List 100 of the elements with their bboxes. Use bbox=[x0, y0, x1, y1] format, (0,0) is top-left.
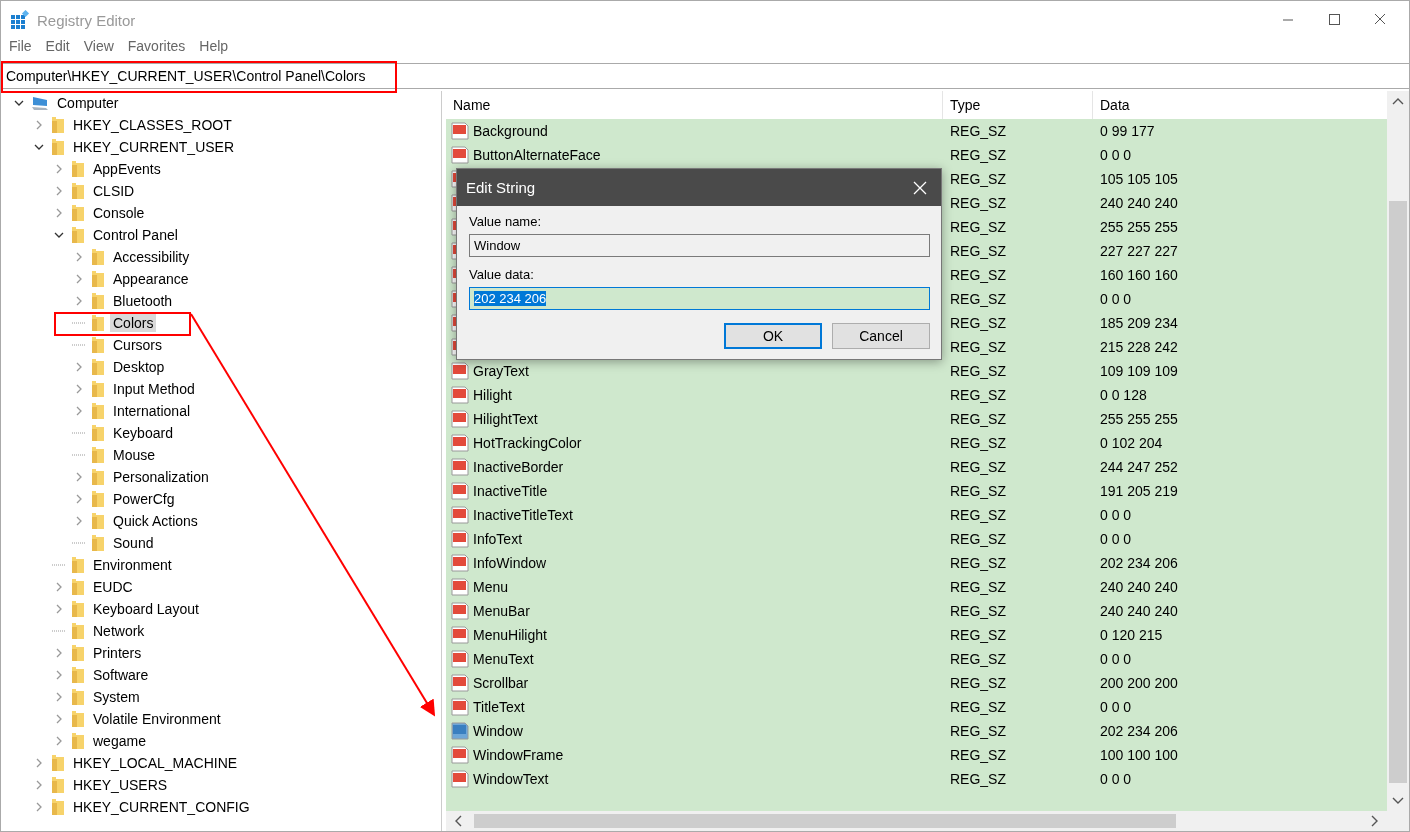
folder-icon bbox=[91, 314, 105, 332]
folder-icon bbox=[71, 182, 85, 200]
value-name: HilightText bbox=[473, 411, 538, 427]
table-cell-text: REG_SZ bbox=[949, 339, 1007, 355]
tree-item[interactable]: Desktop bbox=[110, 358, 168, 376]
tree-item[interactable]: Keyboard bbox=[110, 424, 176, 442]
value-name: MenuText bbox=[473, 651, 534, 667]
value-name: Background bbox=[473, 123, 548, 139]
folder-icon bbox=[71, 644, 85, 662]
tree-item[interactable]: Environment bbox=[90, 556, 175, 574]
table-cell-text: 0 0 0 bbox=[1099, 771, 1133, 787]
field-label: Value name: bbox=[469, 214, 543, 229]
table-cell-text: 160 160 160 bbox=[1099, 267, 1179, 283]
input-field[interactable]: 202 234 206 bbox=[469, 287, 930, 310]
table-cell-text: 0 0 128 bbox=[1099, 387, 1148, 403]
close-icon[interactable] bbox=[913, 180, 927, 195]
table-cell-text: REG_SZ bbox=[949, 363, 1007, 379]
table-cell-text: REG_SZ bbox=[949, 675, 1007, 691]
folder-icon bbox=[71, 600, 85, 618]
folder-icon bbox=[91, 248, 105, 266]
folder-icon bbox=[91, 468, 105, 486]
folder-icon bbox=[91, 380, 105, 398]
ok-button[interactable]: OK bbox=[724, 323, 822, 349]
tree-item[interactable]: wegame bbox=[90, 732, 149, 750]
dotted-connector bbox=[52, 564, 66, 566]
table-cell-text: 227 227 227 bbox=[1099, 243, 1179, 259]
tree-item[interactable]: Control Panel bbox=[90, 226, 181, 244]
tree-item[interactable]: HKEY_CURRENT_CONFIG bbox=[70, 798, 253, 816]
tree-item[interactable]: Console bbox=[90, 204, 148, 222]
tree-item[interactable]: EUDC bbox=[90, 578, 136, 596]
scrollbar-thumb[interactable] bbox=[1389, 201, 1407, 783]
folder-icon bbox=[91, 424, 105, 442]
tree-item[interactable]: Personalization bbox=[110, 468, 212, 486]
folder-icon bbox=[91, 292, 105, 310]
scroll-down-icon[interactable] bbox=[1392, 797, 1404, 805]
tree-item[interactable]: Printers bbox=[90, 644, 145, 662]
value-name: WindowText bbox=[473, 771, 549, 787]
tree-item[interactable]: Keyboard Layout bbox=[90, 600, 202, 618]
tree-item[interactable]: CLSID bbox=[90, 182, 138, 200]
table-cell-text: 0 120 215 bbox=[1099, 627, 1164, 643]
column-header[interactable]: Name bbox=[446, 91, 943, 119]
tree-item[interactable]: Software bbox=[90, 666, 152, 684]
table-cell-text: REG_SZ bbox=[949, 219, 1007, 235]
folder-icon bbox=[51, 754, 65, 772]
menu-item[interactable]: Help bbox=[199, 38, 229, 54]
input-field[interactable]: Window bbox=[469, 234, 930, 257]
tree-item[interactable]: Cursors bbox=[110, 336, 165, 354]
tree-item[interactable]: Network bbox=[90, 622, 148, 640]
table-cell-text: REG_SZ bbox=[949, 267, 1007, 283]
tree-item[interactable]: Quick Actions bbox=[110, 512, 201, 530]
table-cell-text: 0 0 0 bbox=[1099, 699, 1133, 715]
tree-item[interactable]: HKEY_USERS bbox=[70, 776, 171, 794]
menu-item[interactable]: File bbox=[9, 38, 32, 54]
column-header[interactable]: Data bbox=[1093, 91, 1387, 119]
tree-item[interactable]: HKEY_CLASSES_ROOT bbox=[70, 116, 235, 134]
tree-item[interactable]: Volatile Environment bbox=[90, 710, 224, 728]
column-header[interactable]: Type bbox=[943, 91, 1093, 119]
address-field[interactable]: Computer\HKEY_CURRENT_USER\Control Panel\Colors bbox=[1, 63, 1409, 89]
table-cell-text: REG_SZ bbox=[949, 699, 1007, 715]
tree-item[interactable]: HKEY_CURRENT_USER bbox=[70, 138, 238, 156]
tree-item[interactable]: System bbox=[90, 688, 143, 706]
value-name: InactiveBorder bbox=[473, 459, 564, 475]
tree-item[interactable]: Input Method bbox=[110, 380, 198, 398]
tree-item[interactable]: Bluetooth bbox=[110, 292, 176, 310]
tree-item[interactable]: Mouse bbox=[110, 446, 159, 464]
tree-item[interactable]: Appearance bbox=[110, 270, 192, 288]
dotted-connector bbox=[72, 542, 86, 544]
computer-icon bbox=[31, 95, 49, 111]
folder-icon bbox=[91, 402, 105, 420]
scroll-up-icon[interactable] bbox=[1392, 97, 1404, 105]
menu-item[interactable]: Favorites bbox=[127, 38, 186, 54]
tree-item[interactable]: PowerCfg bbox=[110, 490, 178, 508]
tree-item[interactable]: Sound bbox=[110, 534, 157, 552]
folder-icon bbox=[71, 732, 85, 750]
scroll-left-icon[interactable] bbox=[454, 815, 462, 827]
table-cell-text: REG_SZ bbox=[949, 147, 1007, 163]
table-cell-text: REG_SZ bbox=[949, 411, 1007, 427]
table-cell-text: REG_SZ bbox=[949, 579, 1007, 595]
cancel-button[interactable]: Cancel bbox=[832, 323, 930, 349]
tree-item[interactable]: International bbox=[110, 402, 194, 420]
table-cell-text: 240 240 240 bbox=[1099, 603, 1179, 619]
folder-icon bbox=[51, 138, 65, 156]
dotted-connector bbox=[52, 630, 66, 632]
tree-item[interactable]: Computer bbox=[54, 94, 122, 112]
table-cell-text: REG_SZ bbox=[949, 243, 1007, 259]
tree-item[interactable]: Accessibility bbox=[110, 248, 193, 266]
folder-icon bbox=[91, 490, 105, 508]
folder-icon bbox=[91, 336, 105, 354]
folder-icon bbox=[51, 798, 65, 816]
table-cell-text: 105 105 105 bbox=[1099, 171, 1179, 187]
table-cell-text: REG_SZ bbox=[949, 771, 1007, 787]
value-name: InactiveTitleText bbox=[473, 507, 573, 523]
table-cell-text: REG_SZ bbox=[949, 531, 1007, 547]
menu-item[interactable]: Edit bbox=[45, 38, 70, 54]
menu-item[interactable]: View bbox=[83, 38, 114, 54]
tree-item[interactable]: HKEY_LOCAL_MACHINE bbox=[70, 754, 241, 772]
tree-item[interactable]: Colors bbox=[110, 314, 157, 332]
scrollbar-thumb[interactable] bbox=[474, 814, 1176, 828]
tree-item[interactable]: AppEvents bbox=[90, 160, 164, 178]
scroll-right-icon[interactable] bbox=[1371, 815, 1379, 827]
